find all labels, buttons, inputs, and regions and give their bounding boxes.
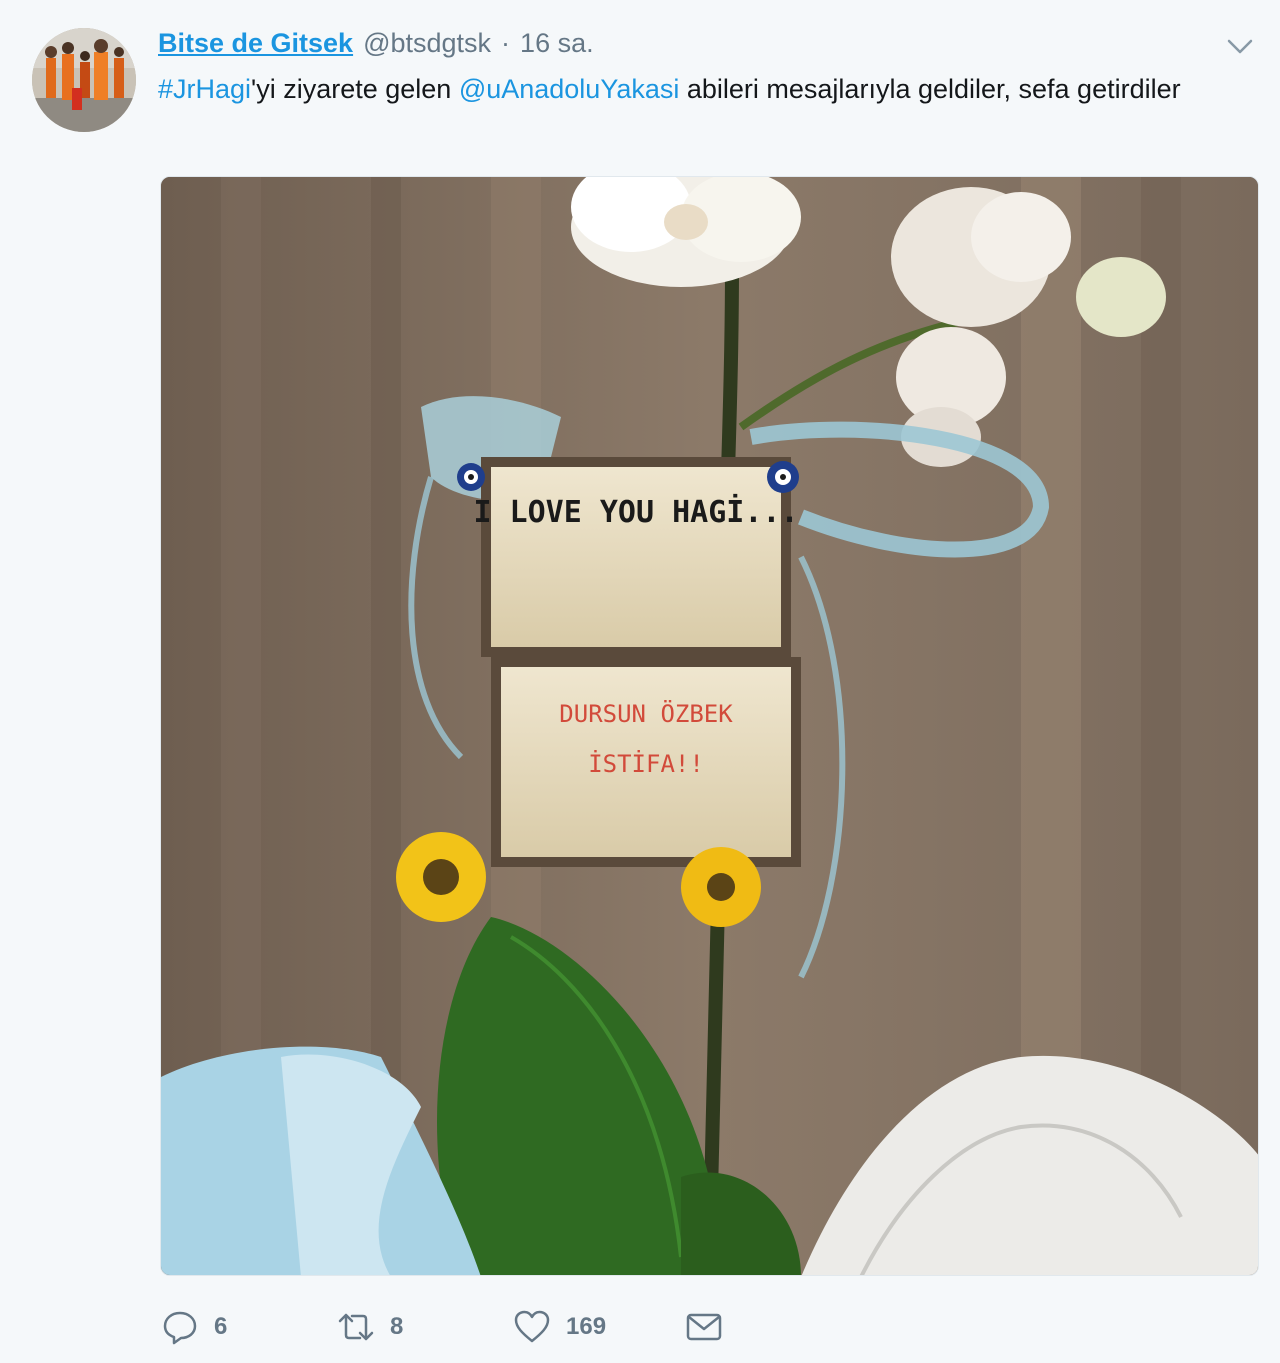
tweet-text: #JrHagi'yi ziyarete gelen @uAnadoluYakas… xyxy=(158,68,1218,111)
user-handle[interactable]: @btsdgtsk xyxy=(363,28,491,59)
retweet-count: 8 xyxy=(390,1313,404,1340)
like-count: 169 xyxy=(566,1313,607,1340)
note-bottom-line2: İSTİFA!! xyxy=(588,749,704,778)
tweet-text-part1: 'yi ziyarete gelen xyxy=(251,74,459,104)
tweet-photo[interactable]: I LOVE YOU HAGİ... DURSUN ÖZBEK İSTİFA!! xyxy=(160,176,1259,1276)
heart-icon xyxy=(512,1307,552,1347)
retweet-icon xyxy=(336,1307,376,1347)
chevron-down-icon[interactable] xyxy=(1222,34,1258,58)
hashtag-link[interactable]: #JrHagi xyxy=(158,74,251,104)
reply-button[interactable]: 6 xyxy=(160,1304,227,1350)
tweet-card[interactable]: Bitse de Gitsek @btsdgtsk · 16 sa. #JrHa… xyxy=(0,0,1280,1363)
like-button[interactable]: 169 xyxy=(512,1304,606,1350)
envelope-icon xyxy=(684,1307,724,1347)
separator-dot: · xyxy=(501,28,511,58)
reply-icon xyxy=(160,1307,200,1347)
note-top-text: I LOVE YOU HAGİ... xyxy=(473,494,798,530)
display-name-link[interactable]: Bitse de Gitsek xyxy=(158,28,353,59)
retweet-button[interactable]: 8 xyxy=(336,1304,403,1350)
note-bottom-line1: DURSUN ÖZBEK xyxy=(559,699,733,728)
timestamp-link[interactable]: 16 sa. xyxy=(520,28,594,59)
tweet-text-part2: abileri mesajlarıyla geldiler, sefa geti… xyxy=(679,74,1181,104)
mention-link[interactable]: @uAnadoluYakasi xyxy=(459,74,680,104)
direct-message-button[interactable] xyxy=(684,1304,724,1350)
avatar[interactable] xyxy=(32,28,136,132)
reply-count: 6 xyxy=(214,1313,228,1340)
tweet-actions: 6 8 169 xyxy=(160,1304,760,1350)
tweet-header: Bitse de Gitsek @btsdgtsk · 16 sa. xyxy=(158,28,594,62)
